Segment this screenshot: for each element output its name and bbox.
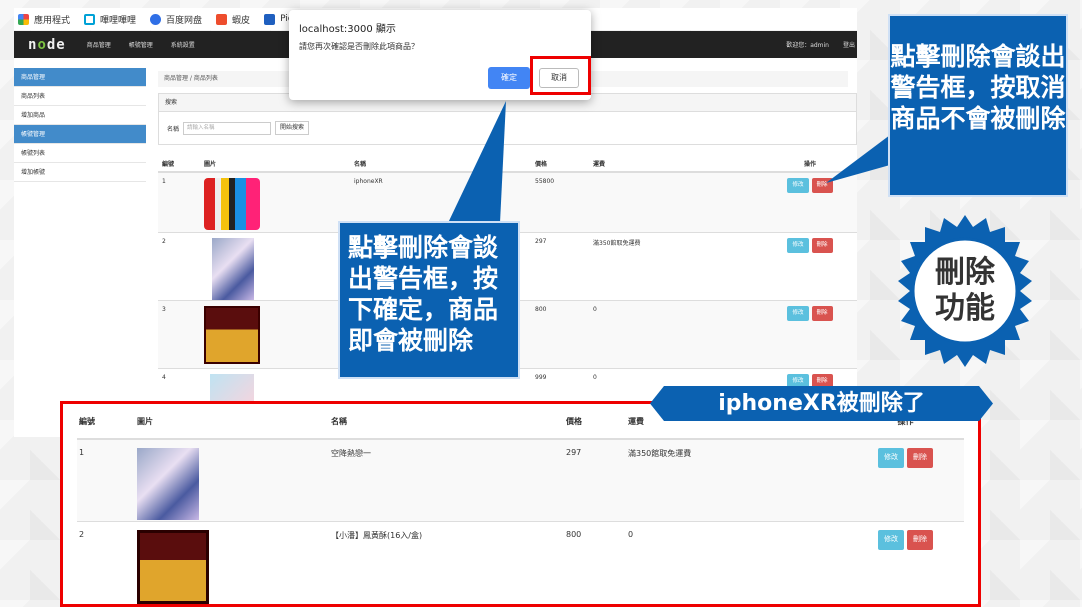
logout-link[interactable]: 登出: [843, 40, 855, 49]
bookmark-shopee[interactable]: 蝦皮: [216, 13, 250, 26]
book-product-image: [137, 448, 199, 520]
search-input[interactable]: 請輸入名稱: [183, 121, 272, 135]
nav-item-settings[interactable]: 系統設置: [162, 40, 204, 49]
cancel-highlight-box: [530, 56, 591, 95]
row-price: 800: [566, 530, 582, 539]
row-shipping: 0: [628, 530, 634, 539]
delete-button[interactable]: 刪除: [907, 530, 933, 550]
row-name: 【小潘】鳳黃酥(16入/盒): [331, 531, 423, 540]
welcome-user: 歡迎您：admin: [786, 42, 829, 49]
col-name: 名稱: [354, 160, 367, 168]
sidebar-item-product-list[interactable]: 商品列表: [14, 87, 146, 106]
row-image: [204, 233, 354, 300]
ribbon-text: iphoneXR被刪除了: [718, 391, 925, 416]
sidebar-item-add-account[interactable]: 增加帳號: [14, 163, 146, 182]
delete-feature-badge: 刪除 功能: [889, 215, 1041, 367]
edit-button[interactable]: 修改: [787, 238, 809, 253]
delete-button[interactable]: 刪除: [907, 448, 933, 468]
picclick-icon: [264, 13, 276, 25]
bookmark-label: 嗶哩嗶哩: [100, 15, 137, 26]
row-id: 1: [162, 178, 166, 185]
search-form: 名稱 請輸入名稱 開始搜索: [159, 112, 856, 144]
sidebar-heading-products: 商品管理: [14, 68, 146, 87]
row-image: [137, 440, 331, 521]
callout-center: 點擊刪除會談出警告框，按下確定，商品即會被刪除: [338, 221, 520, 379]
pastry-box-image: [204, 306, 260, 364]
row-id: 2: [162, 238, 166, 245]
apps-grid-icon: [18, 13, 29, 25]
row-id: 1: [79, 448, 85, 457]
table-header: 編號 圖片 名稱 價格 運費 操作: [158, 155, 857, 173]
edit-button[interactable]: 修改: [878, 530, 904, 550]
bookmark-label: 百度网盘: [166, 15, 203, 26]
bookmark-bilibili[interactable]: 嗶哩嗶哩: [84, 13, 136, 26]
row-price: 55800: [535, 178, 555, 185]
callout-right: 點擊刪除會談出警告框，按取消商品不會被刪除: [888, 14, 1068, 197]
delete-button[interactable]: 刪除: [811, 178, 833, 193]
col-price: 價格: [566, 416, 582, 426]
col-shipping: 運費: [593, 160, 606, 168]
result-ribbon: iphoneXR被刪除了: [650, 386, 993, 421]
delete-button[interactable]: 刪除: [811, 238, 833, 253]
col-actions: 操作: [803, 160, 816, 168]
bookmark-apps[interactable]: 應用程式: [18, 13, 70, 26]
confirm-ok-button[interactable]: 確定: [488, 67, 530, 89]
row-shipping: 滿350館取免運費: [593, 240, 641, 247]
edit-button[interactable]: 修改: [787, 178, 809, 193]
row-id: 2: [79, 530, 85, 539]
col-id: 編號: [79, 416, 95, 426]
row-image: [137, 522, 331, 604]
bookmark-label: 蝦皮: [232, 15, 251, 26]
search-panel: 搜索 名稱 請輸入名稱 開始搜索: [158, 93, 857, 145]
row-shipping: 0: [593, 306, 597, 313]
pastry-box-image: [137, 530, 209, 604]
cloud-icon: [150, 13, 162, 25]
nav-item-products[interactable]: 商品管理: [78, 40, 120, 49]
book-product-image: [212, 238, 254, 300]
row-name: 空降熱戀一: [331, 449, 371, 458]
edit-button[interactable]: 修改: [878, 448, 904, 468]
col-image: 圖片: [137, 416, 153, 426]
col-name: 名稱: [331, 416, 347, 426]
nav-item-accounts[interactable]: 帳號管理: [120, 40, 162, 49]
tv-icon: [84, 13, 96, 25]
sidebar-heading-accounts: 帳號管理: [14, 125, 146, 144]
table-row: 1 空降熱戀一 297 滿350館取免運費 修改 刪除: [77, 440, 964, 522]
search-button[interactable]: 開始搜索: [275, 121, 310, 135]
search-label: 名稱: [167, 125, 180, 133]
badge-line1: 刪除: [935, 255, 995, 290]
result-table: 編號 圖片 名稱 價格 運費 操作 1 空降熱戀一 297 滿350館取免運費 …: [60, 401, 981, 607]
row-image: [204, 301, 354, 368]
sidebar-item-add-product[interactable]: 增加商品: [14, 106, 146, 125]
bookmark-baidu[interactable]: 百度网盘: [150, 13, 202, 26]
row-shipping: [593, 173, 763, 232]
dialog-title: localhost:3000 顯示: [299, 24, 396, 35]
iphone-product-image: [204, 178, 260, 230]
row-price: 800: [535, 306, 547, 313]
edit-button[interactable]: 修改: [787, 306, 809, 321]
shopping-bag-icon: [216, 13, 228, 25]
col-image: 圖片: [204, 160, 217, 168]
badge-line2: 功能: [935, 291, 995, 326]
sidebar-item-account-list[interactable]: 帳號列表: [14, 144, 146, 163]
row-id: 3: [162, 306, 166, 313]
col-price: 價格: [535, 160, 548, 168]
delete-button[interactable]: 刪除: [811, 306, 833, 321]
sidebar: 商品管理 商品列表 增加商品 帳號管理 帳號列表 增加帳號: [14, 68, 146, 182]
dialog-message: 請您再次確認是否刪除此項商品？: [299, 42, 419, 51]
row-shipping: 滿350館取免運費: [628, 449, 692, 458]
col-id: 編號: [162, 160, 175, 168]
bookmark-label: 應用程式: [34, 15, 71, 26]
row-image: [204, 173, 354, 232]
row-price: 297: [535, 238, 547, 245]
table-row: 2 【小潘】鳳黃酥(16入/盒) 800 0 修改 刪除: [77, 522, 964, 604]
row-price: 297: [566, 448, 582, 457]
node-logo: node: [28, 36, 66, 53]
